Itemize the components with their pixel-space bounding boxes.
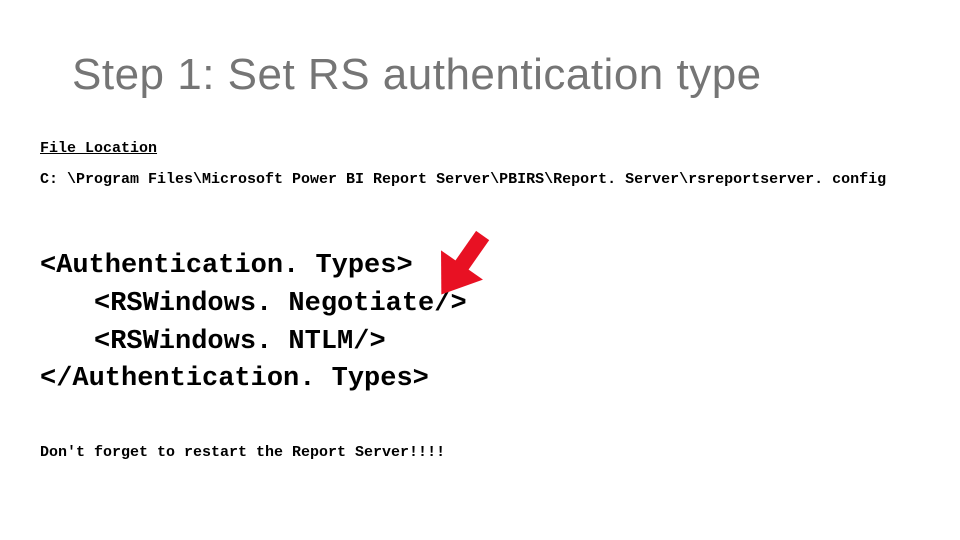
page-title: Step 1: Set RS authentication type xyxy=(72,50,920,100)
code-line-2: <RSWindows. Negotiate/> xyxy=(40,286,920,324)
file-location-path: C: \Program Files\Microsoft Power BI Rep… xyxy=(40,171,920,188)
slide-container: Step 1: Set RS authentication type File … xyxy=(0,0,960,501)
code-line-3: <RSWindows. NTLM/> xyxy=(40,324,920,362)
reminder-text: Don't forget to restart the Report Serve… xyxy=(40,444,920,461)
code-line-4: </Authentication. Types> xyxy=(40,361,920,399)
code-line-1: <Authentication. Types> xyxy=(40,248,920,286)
file-location-label: File Location xyxy=(40,140,920,157)
code-block: <Authentication. Types> <RSWindows. Nego… xyxy=(40,248,920,399)
